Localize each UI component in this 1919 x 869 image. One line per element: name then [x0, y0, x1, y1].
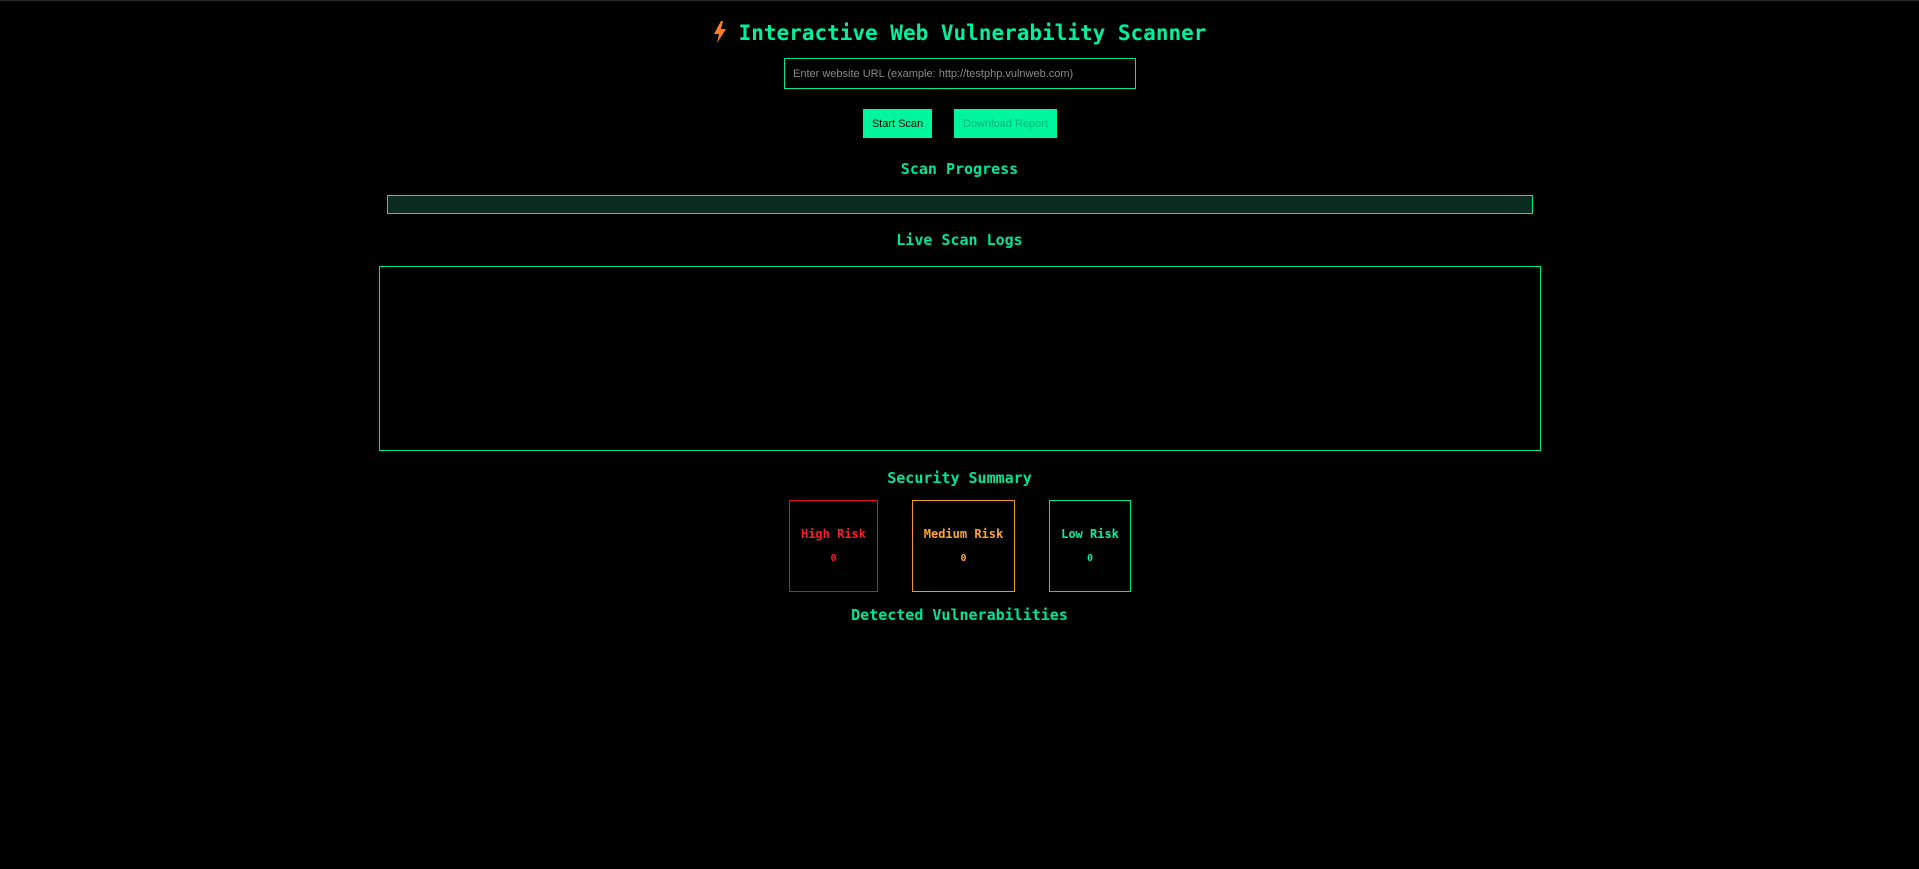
start-scan-button[interactable]: Start Scan	[863, 109, 932, 138]
security-summary-heading: Security Summary	[887, 469, 1032, 487]
low-risk-card: Low Risk 0	[1049, 500, 1131, 592]
page-title: Interactive Web Vulnerability Scanner	[0, 18, 1919, 48]
low-risk-count: 0	[1086, 553, 1094, 564]
high-risk-card: High Risk 0	[789, 500, 878, 592]
high-risk-label: High Risk	[800, 527, 867, 541]
scan-progress-heading: Scan Progress	[900, 160, 1019, 178]
lightning-bolt-icon	[713, 21, 726, 43]
scan-progress-bar	[387, 195, 1533, 214]
url-input[interactable]	[784, 58, 1136, 89]
medium-risk-card: Medium Risk 0	[912, 500, 1015, 592]
page-title-text: Interactive Web Vulnerability Scanner	[738, 21, 1207, 45]
live-scan-log-panel[interactable]	[379, 266, 1541, 451]
low-risk-label: Low Risk	[1061, 527, 1119, 541]
medium-risk-count: 0	[960, 553, 967, 564]
detected-vulnerabilities-heading: Detected Vulnerabilities	[851, 606, 1068, 624]
high-risk-count: 0	[830, 553, 837, 564]
live-scan-logs-heading: Live Scan Logs	[896, 231, 1023, 249]
download-report-button[interactable]: Download Report	[954, 109, 1057, 138]
medium-risk-label: Medium Risk	[923, 527, 1004, 541]
